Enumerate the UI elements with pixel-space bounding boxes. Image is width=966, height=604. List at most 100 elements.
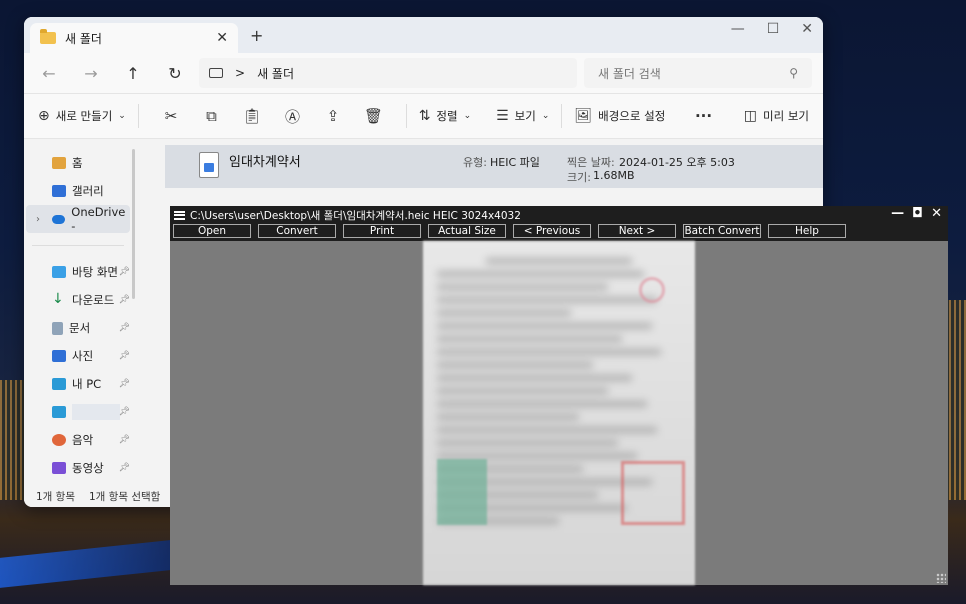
view-label: 보기 — [514, 109, 536, 123]
toolbar-divider — [561, 104, 563, 128]
blurred-document-image — [423, 241, 695, 585]
convert-button[interactable]: Convert — [258, 224, 336, 238]
view-button[interactable]: ☰ 보기 ⌄ — [496, 108, 549, 124]
pin-icon: 📌︎ — [118, 267, 130, 277]
sidebar-item-label: 사진 — [72, 349, 94, 363]
sidebar-scrollbar[interactable] — [132, 149, 135, 299]
minimize-icon[interactable]: — — [731, 21, 745, 37]
sidebar-item-this-pc[interactable]: 내 PC 📌︎ — [24, 370, 132, 398]
sidebar-item-home[interactable]: 홈 — [24, 149, 132, 177]
delete-icon[interactable]: 🗑︎ — [353, 107, 393, 125]
maximize-icon[interactable]: ☐ — [767, 21, 780, 37]
tab-new-folder[interactable]: 새 폴더 ✕ — [30, 23, 238, 53]
preview-label: 미리 보기 — [763, 109, 809, 123]
sidebar-item-onedrive[interactable]: › OneDrive - — [26, 205, 130, 233]
sidebar-item-label: 갤러리 — [72, 184, 104, 198]
batch-convert-button[interactable]: Batch Convert — [683, 224, 761, 238]
music-icon — [52, 434, 66, 446]
sidebar-item-gallery[interactable]: 갤러리 — [24, 177, 132, 205]
sidebar-item-music[interactable]: 음악 📌︎ — [24, 426, 132, 454]
next-button[interactable]: Next > — [598, 224, 676, 238]
previous-button[interactable]: < Previous — [513, 224, 591, 238]
actual-size-button[interactable]: Actual Size — [428, 224, 506, 238]
sidebar-item-label: 문서 — [69, 321, 91, 335]
forward-arrow-icon[interactable]: → — [76, 64, 106, 83]
pin-icon: 📌︎ — [118, 323, 130, 333]
desktop-icon — [52, 266, 66, 278]
print-button[interactable]: Print — [343, 224, 421, 238]
viewer-button-bar: Open Convert Print Actual Size < Previou… — [170, 224, 948, 241]
paste-icon[interactable]: 📋︎ — [232, 107, 272, 125]
sidebar-item-desktop[interactable]: 바탕 화면 📌︎ — [24, 258, 132, 286]
file-row[interactable]: 임대차계약서 유형: HEIC 파일 찍은 날짜: 2024-01-25 오후 … — [165, 145, 823, 188]
search-input[interactable]: 새 폴더 검색 ⚲ — [584, 58, 812, 88]
back-arrow-icon[interactable]: ← — [34, 64, 64, 83]
sort-button[interactable]: ⇅ 정렬 ⌄ — [419, 108, 471, 124]
sidebar-item-label: 홈 — [72, 156, 83, 170]
download-icon: ↓ — [52, 291, 64, 307]
preview-pane-button[interactable]: ◫ 미리 보기 — [744, 108, 809, 124]
refresh-icon[interactable]: ↻ — [160, 64, 190, 83]
more-options-icon[interactable]: ··· — [683, 107, 723, 125]
share-icon[interactable]: ⇪ — [313, 107, 353, 125]
menu-icon[interactable] — [174, 210, 185, 220]
search-icon: ⚲ — [789, 66, 798, 80]
address-field[interactable]: > 새 폴더 — [199, 58, 577, 88]
home-icon — [52, 157, 66, 169]
sidebar-item-pictures[interactable]: 사진 📌︎ — [24, 342, 132, 370]
sidebar-item-label: 동영상 — [72, 461, 104, 475]
heic-viewer-window: C:\Users\user\Desktop\새 폴더\임대차계약서.heic H… — [170, 206, 948, 585]
monitor-icon — [52, 378, 66, 390]
sidebar-item-label: 음악 — [72, 433, 94, 447]
new-tab-button[interactable]: + — [250, 26, 263, 45]
pictures-icon — [52, 350, 66, 362]
chevron-down-icon: ⌄ — [463, 111, 472, 121]
sidebar-item-videos[interactable]: 동영상 📌︎ — [24, 454, 132, 482]
copy-icon[interactable]: ⧉ — [191, 107, 231, 125]
help-button[interactable]: Help — [768, 224, 846, 238]
minimize-icon[interactable]: — — [891, 206, 904, 221]
computer-icon — [209, 68, 223, 78]
restore-icon[interactable]: ◘ — [912, 206, 923, 221]
gallery-icon — [52, 185, 66, 197]
file-date-value: 2024-01-25 오후 5:03 — [619, 156, 735, 169]
cut-icon[interactable]: ✂ — [151, 107, 191, 125]
sidebar-divider — [32, 245, 124, 246]
up-arrow-icon[interactable]: ↑ — [118, 64, 148, 83]
chevron-right-icon[interactable]: › — [36, 214, 40, 225]
command-bar: ⊕ 새로 만들기 ⌄ ✂ ⧉ 📋︎ Ⓐ ⇪ 🗑︎ ⇅ 정렬 ⌄ ☰ 보기 ⌄ 🖼… — [24, 93, 823, 139]
monitor-icon — [52, 406, 66, 418]
resize-grip-icon[interactable] — [936, 573, 946, 583]
pin-icon: 📌︎ — [118, 435, 130, 445]
close-tab-icon[interactable]: ✕ — [216, 30, 228, 46]
window-controls: — ☐ ✕ — [731, 21, 813, 37]
close-window-icon[interactable]: ✕ — [801, 21, 813, 37]
chevron-down-icon: ⌄ — [118, 111, 126, 121]
sidebar-item-documents[interactable]: 문서 📌︎ — [24, 314, 132, 342]
preview-pane-icon: ◫ — [743, 108, 757, 124]
view-list-icon: ☰ — [496, 108, 509, 124]
pin-icon: 📌︎ — [118, 351, 130, 361]
close-icon[interactable]: ✕ — [931, 206, 942, 221]
toolbar-divider — [405, 104, 407, 128]
open-button[interactable]: Open — [173, 224, 251, 238]
tab-title: 새 폴더 — [65, 31, 102, 46]
file-name: 임대차계약서 — [229, 155, 301, 170]
folder-icon — [40, 29, 56, 44]
rename-icon[interactable]: Ⓐ — [272, 106, 312, 127]
sidebar-item-downloads[interactable]: ↓ 다운로드 📌︎ — [24, 286, 132, 314]
set-background-button[interactable]: 🖼︎ 배경으로 설정 — [574, 108, 665, 124]
address-bar: ← → ↑ ↻ > 새 폴더 새 폴더 검색 ⚲ — [24, 53, 823, 93]
stamp-mark — [639, 277, 665, 303]
viewer-window-controls: — ◘ ✕ — [891, 206, 942, 221]
pin-icon: 📌︎ — [118, 463, 130, 473]
breadcrumb-folder[interactable]: 새 폴더 — [257, 65, 294, 82]
new-button[interactable]: ⊕ 새로 만들기 ⌄ — [38, 108, 126, 124]
sidebar-item-redacted[interactable]: 📌︎ — [24, 398, 132, 426]
item-count: 1개 항목 — [36, 490, 75, 503]
redacted-block — [72, 404, 120, 420]
video-icon — [52, 462, 66, 474]
tab-bar: 새 폴더 ✕ + — ☐ ✕ — [24, 17, 823, 53]
file-date-label: 찍은 날짜: — [567, 156, 615, 169]
navigation-pane: 홈 갤러리 › OneDrive - 바탕 화면 📌︎ ↓ 다운로드 📌︎ 문서… — [24, 139, 135, 485]
